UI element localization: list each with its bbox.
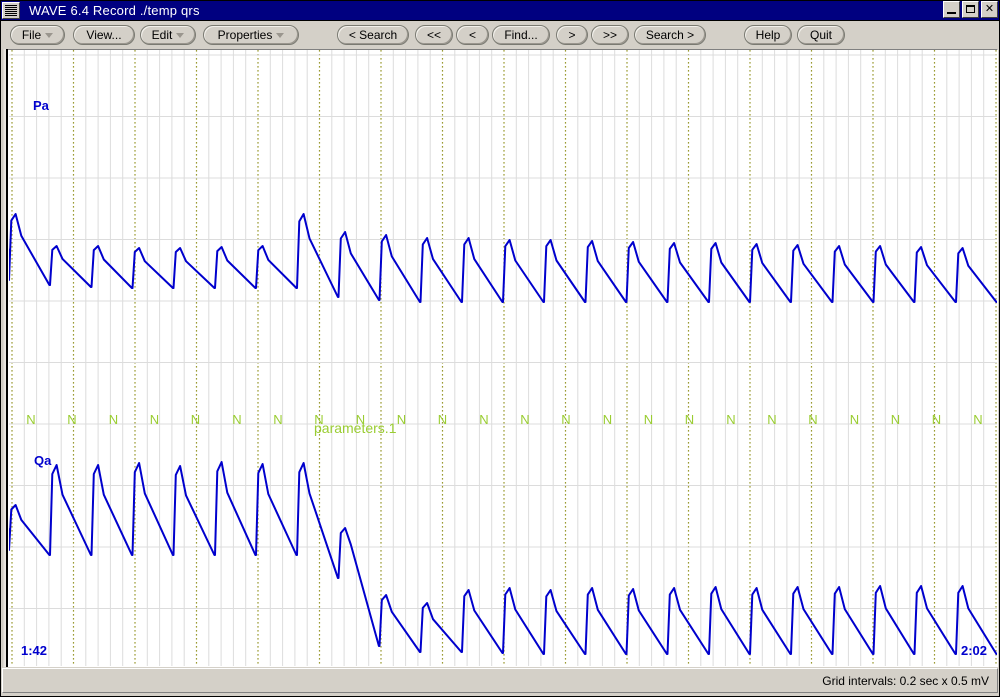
toolbar-button-quit[interactable]: Quit bbox=[797, 25, 845, 45]
window-controls: ✕ bbox=[943, 1, 998, 18]
annotation-set-label: parameters.1 bbox=[314, 420, 396, 436]
left-scroll-spine[interactable] bbox=[2, 49, 8, 667]
beat-annotation[interactable]: N bbox=[726, 412, 735, 427]
grid-and-traces bbox=[9, 50, 997, 666]
time-start-label: 1:42 bbox=[21, 643, 47, 658]
window-menu-icon[interactable] bbox=[2, 2, 20, 19]
beat-annotation[interactable]: N bbox=[685, 412, 694, 427]
beat-annotation[interactable]: N bbox=[808, 412, 817, 427]
beat-annotation[interactable]: N bbox=[150, 412, 159, 427]
beat-annotation[interactable]: N bbox=[603, 412, 612, 427]
toolbar-button-label: << bbox=[427, 28, 441, 42]
toolbar-button-view[interactable]: View... bbox=[73, 25, 135, 45]
toolbar-button-[interactable]: > bbox=[556, 25, 588, 45]
wave-application-window: WAVE 6.4 Record ./temp qrs ✕ File View...… bbox=[0, 0, 1000, 697]
time-end-label: 2:02 bbox=[961, 643, 987, 658]
beat-annotation[interactable]: N bbox=[520, 412, 529, 427]
beat-annotation[interactable]: N bbox=[26, 412, 35, 427]
window-title: WAVE 6.4 Record ./temp qrs bbox=[23, 3, 200, 18]
signal-label-qa: Qa bbox=[34, 453, 51, 468]
beat-annotation[interactable]: N bbox=[479, 412, 488, 427]
toolbar-button-label: >> bbox=[603, 28, 617, 42]
toolbar-button-label: Help bbox=[756, 28, 781, 42]
toolbar-button-label: Find... bbox=[504, 28, 537, 42]
toolbar-button-edit[interactable]: Edit bbox=[140, 25, 196, 45]
toolbar-button-label: Search > bbox=[646, 28, 694, 42]
beat-annotation[interactable]: N bbox=[973, 412, 982, 427]
toolbar-button-help[interactable]: Help bbox=[744, 25, 792, 45]
title-bar: WAVE 6.4 Record ./temp qrs ✕ bbox=[0, 0, 1000, 21]
toolbar-button-label: Quit bbox=[810, 28, 832, 42]
toolbar-button-label: File bbox=[22, 28, 41, 42]
toolbar-button-[interactable]: < bbox=[456, 25, 489, 45]
beat-annotation[interactable]: N bbox=[561, 412, 570, 427]
beat-annotation[interactable]: N bbox=[397, 412, 406, 427]
beat-annotation[interactable]: N bbox=[191, 412, 200, 427]
beat-annotation[interactable]: N bbox=[232, 412, 241, 427]
toolbar-button-label: Edit bbox=[152, 28, 173, 42]
toolbar-button-find[interactable]: Find... bbox=[492, 25, 550, 45]
status-text: Grid intervals: 0.2 sec x 0.5 mV bbox=[822, 674, 997, 688]
maximize-button[interactable] bbox=[962, 1, 979, 18]
beat-annotation[interactable]: N bbox=[932, 412, 941, 427]
beat-annotation[interactable]: N bbox=[109, 412, 118, 427]
chevron-down-icon bbox=[276, 33, 284, 38]
toolbar-button-label: < bbox=[469, 28, 476, 42]
toolbar-button-file[interactable]: File bbox=[10, 25, 65, 45]
toolbar-button-search[interactable]: < Search bbox=[337, 25, 409, 45]
chevron-down-icon bbox=[45, 33, 53, 38]
beat-annotation[interactable]: N bbox=[273, 412, 282, 427]
close-button[interactable]: ✕ bbox=[981, 1, 998, 18]
toolbar: FileView...EditProperties< Search<<<Find… bbox=[0, 21, 1000, 49]
toolbar-button-label: > bbox=[568, 28, 575, 42]
toolbar-button-label: View... bbox=[86, 28, 121, 42]
beat-annotation[interactable]: N bbox=[767, 412, 776, 427]
toolbar-button-[interactable]: >> bbox=[591, 25, 629, 45]
toolbar-button-[interactable]: << bbox=[415, 25, 453, 45]
toolbar-button-properties[interactable]: Properties bbox=[203, 25, 299, 45]
toolbar-button-label: < Search bbox=[349, 28, 397, 42]
signal-label-pa: Pa bbox=[33, 98, 49, 113]
chevron-down-icon bbox=[176, 33, 184, 38]
toolbar-button-search[interactable]: Search > bbox=[634, 25, 706, 45]
minimize-button[interactable] bbox=[943, 1, 960, 18]
beat-annotation[interactable]: N bbox=[891, 412, 900, 427]
beat-annotation[interactable]: N bbox=[644, 412, 653, 427]
waveform-canvas[interactable]: Pa Qa NNNNNNNNNNNNNNNNNNNNNNNN parameter… bbox=[9, 50, 997, 666]
status-bar: Grid intervals: 0.2 sec x 0.5 mV bbox=[2, 668, 998, 693]
beat-annotation[interactable]: N bbox=[67, 412, 76, 427]
beat-annotation[interactable]: N bbox=[850, 412, 859, 427]
beat-annotation[interactable]: N bbox=[438, 412, 447, 427]
toolbar-button-label: Properties bbox=[218, 28, 273, 42]
